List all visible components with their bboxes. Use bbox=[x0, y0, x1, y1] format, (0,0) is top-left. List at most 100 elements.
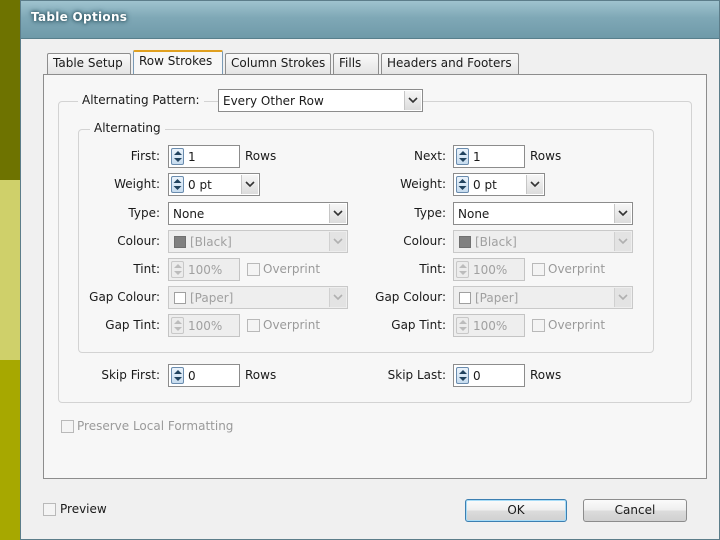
colour-swatch bbox=[174, 292, 186, 304]
stepper-arrows-icon[interactable] bbox=[171, 317, 184, 334]
title-bar[interactable]: Table Options bbox=[21, 1, 719, 39]
select-value: [Black] bbox=[475, 235, 517, 249]
chevron-down-icon[interactable] bbox=[329, 204, 346, 223]
next-overprint-label: Overprint bbox=[548, 262, 606, 276]
next-gap-overprint-label: Overprint bbox=[548, 318, 606, 332]
next-label: Next: bbox=[414, 149, 446, 163]
first-rows-unit: Rows bbox=[245, 149, 277, 163]
stepper-arrows-icon[interactable] bbox=[456, 367, 469, 384]
next-type-select[interactable]: None bbox=[453, 202, 633, 225]
button-label: Cancel bbox=[614, 503, 656, 517]
first-gap-tint-stepper[interactable]: 100% bbox=[168, 314, 240, 337]
stepper-arrows-icon[interactable] bbox=[456, 317, 469, 334]
button-label: OK bbox=[507, 503, 525, 517]
cancel-button[interactable]: Cancel bbox=[583, 499, 687, 522]
next-gap-colour-select[interactable]: [Paper] bbox=[453, 286, 633, 309]
preview-checkbox[interactable] bbox=[43, 503, 56, 516]
next-gap-overprint-checkbox[interactable] bbox=[532, 319, 545, 332]
preview-label: Preview bbox=[60, 502, 107, 516]
tab-fills[interactable]: Fills bbox=[333, 53, 379, 74]
strip-segment-light bbox=[0, 180, 20, 360]
first-gap-colour-label: Gap Colour: bbox=[89, 290, 160, 304]
first-overprint-label: Overprint bbox=[263, 262, 321, 276]
stepper-arrows-icon[interactable] bbox=[171, 176, 184, 193]
first-rows-stepper[interactable]: 1 bbox=[168, 145, 240, 168]
alternating-pattern-select[interactable]: Every Other Row bbox=[218, 89, 423, 112]
first-tint-stepper[interactable]: 100% bbox=[168, 258, 240, 281]
chevron-down-icon[interactable] bbox=[329, 232, 346, 251]
tab-headers-and-footers[interactable]: Headers and Footers bbox=[381, 53, 519, 74]
desktop-left-strip bbox=[0, 0, 20, 540]
dialog-title: Table Options bbox=[31, 10, 128, 24]
tab-table-setup[interactable]: Table Setup bbox=[47, 53, 131, 74]
tab-label: Headers and Footers bbox=[387, 56, 512, 70]
first-label: First: bbox=[130, 149, 160, 163]
stepper-arrows-icon[interactable] bbox=[171, 367, 184, 384]
select-value: None bbox=[458, 207, 490, 221]
next-gap-tint-label: Gap Tint: bbox=[391, 318, 446, 332]
tab-row-strokes[interactable]: Row Strokes bbox=[133, 50, 223, 74]
chevron-down-icon[interactable] bbox=[614, 232, 631, 251]
stepper-arrows-icon[interactable] bbox=[456, 176, 469, 193]
preserve-local-formatting-checkbox[interactable] bbox=[61, 420, 74, 433]
chevron-down-icon[interactable] bbox=[404, 91, 421, 110]
stepper-value: 0 bbox=[473, 369, 481, 383]
ok-button[interactable]: OK bbox=[465, 499, 567, 522]
first-overprint-checkbox[interactable] bbox=[247, 263, 260, 276]
first-gap-overprint-checkbox[interactable] bbox=[247, 319, 260, 332]
next-rows-unit: Rows bbox=[530, 149, 562, 163]
chevron-down-icon[interactable] bbox=[614, 288, 631, 307]
stepper-value: 100% bbox=[473, 319, 508, 333]
stepper-arrows-icon[interactable] bbox=[456, 148, 469, 165]
stepper-value: 1 bbox=[473, 150, 481, 164]
first-gap-tint-label: Gap Tint: bbox=[105, 318, 160, 332]
stepper-value: 100% bbox=[473, 263, 508, 277]
select-value: None bbox=[173, 207, 205, 221]
first-colour-select[interactable]: [Black] bbox=[168, 230, 348, 253]
chevron-down-icon[interactable] bbox=[241, 175, 258, 194]
alternating-group-title: Alternating bbox=[90, 121, 165, 135]
tab-label: Fills bbox=[339, 56, 362, 70]
tab-label: Row Strokes bbox=[139, 54, 213, 68]
next-colour-select[interactable]: [Black] bbox=[453, 230, 633, 253]
tab-label: Table Setup bbox=[53, 56, 123, 70]
chevron-down-icon[interactable] bbox=[614, 204, 631, 223]
select-value: [Paper] bbox=[475, 291, 519, 305]
first-gap-colour-select[interactable]: [Paper] bbox=[168, 286, 348, 309]
alternating-pattern-label: Alternating Pattern: bbox=[78, 93, 204, 107]
stepper-arrows-icon[interactable] bbox=[456, 261, 469, 278]
first-weight-combo[interactable]: 0 pt bbox=[168, 173, 260, 196]
chevron-down-icon[interactable] bbox=[526, 175, 543, 194]
skip-last-label: Skip Last: bbox=[387, 368, 446, 382]
next-overprint-checkbox[interactable] bbox=[532, 263, 545, 276]
next-rows-stepper[interactable]: 1 bbox=[453, 145, 525, 168]
colour-swatch bbox=[459, 236, 471, 248]
table-options-dialog: Table Options Table Setup Row Strokes Co… bbox=[20, 0, 720, 540]
stepper-value: 100% bbox=[188, 263, 223, 277]
first-tint-label: Tint: bbox=[133, 262, 160, 276]
stepper-arrows-icon[interactable] bbox=[171, 148, 184, 165]
first-type-label: Type: bbox=[128, 206, 160, 220]
stepper-value: 100% bbox=[188, 319, 223, 333]
skip-last-unit: Rows bbox=[530, 368, 562, 382]
skip-first-stepper[interactable]: 0 bbox=[168, 364, 240, 387]
stepper-value: 1 bbox=[188, 150, 196, 164]
skip-last-stepper[interactable]: 0 bbox=[453, 364, 525, 387]
next-colour-label: Colour: bbox=[403, 234, 446, 248]
next-tint-stepper[interactable]: 100% bbox=[453, 258, 525, 281]
next-tint-label: Tint: bbox=[419, 262, 446, 276]
first-weight-label: Weight: bbox=[114, 177, 160, 191]
first-colour-label: Colour: bbox=[117, 234, 160, 248]
strip-segment-dark bbox=[0, 0, 20, 180]
select-value: [Black] bbox=[190, 235, 232, 249]
colour-swatch bbox=[174, 236, 186, 248]
tab-column-strokes[interactable]: Column Strokes bbox=[225, 53, 331, 74]
combo-value: 0 pt bbox=[188, 178, 212, 192]
next-weight-combo[interactable]: 0 pt bbox=[453, 173, 545, 196]
next-gap-tint-stepper[interactable]: 100% bbox=[453, 314, 525, 337]
first-type-select[interactable]: None bbox=[168, 202, 348, 225]
chevron-down-icon[interactable] bbox=[329, 288, 346, 307]
stepper-arrows-icon[interactable] bbox=[171, 261, 184, 278]
strip-segment-mid bbox=[0, 360, 20, 540]
select-value: [Paper] bbox=[190, 291, 234, 305]
